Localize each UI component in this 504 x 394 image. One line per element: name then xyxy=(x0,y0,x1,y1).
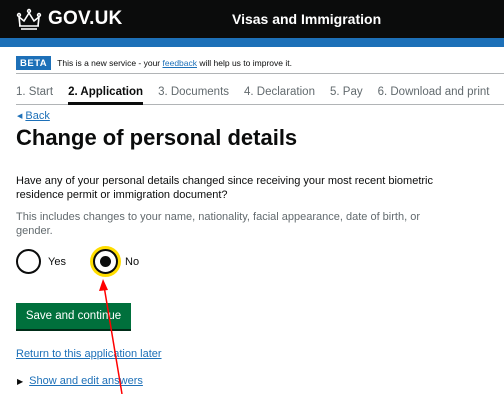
govuk-logo[interactable]: GOV.UK xyxy=(16,8,122,30)
feedback-link[interactable]: feedback xyxy=(163,58,198,68)
radio-no-label[interactable]: No xyxy=(125,256,139,268)
return-later-link[interactable]: Return to this application later xyxy=(16,348,162,360)
step-declaration: 4. Declaration xyxy=(244,86,315,98)
step-application: 2. Application xyxy=(68,83,144,105)
service-name[interactable]: Visas and Immigration xyxy=(232,11,381,27)
phase-text-before: This is a new service - your xyxy=(57,57,163,68)
phase-banner-text: This is a new service - your feedback wi… xyxy=(57,58,292,68)
save-and-continue-button[interactable]: Save and continue xyxy=(16,303,131,329)
back-link[interactable]: ◀ Back xyxy=(17,110,50,122)
step-start: 1. Start xyxy=(16,86,54,98)
radio-yes-label[interactable]: Yes xyxy=(48,256,66,268)
triangle-right-icon: ▶ xyxy=(17,376,24,386)
hint-text: This includes changes to your name, nati… xyxy=(16,211,420,237)
question-text: Have any of your personal details change… xyxy=(16,175,433,201)
back-link-label: Back xyxy=(25,110,50,122)
step-download: 6. Download and print xyxy=(377,86,490,98)
radio-selected-dot xyxy=(100,256,111,267)
annotation-arrowhead xyxy=(99,279,108,291)
beta-tag: BETA xyxy=(16,55,52,70)
progress-steps: 1. Start 2. Application 3. Documents 4. … xyxy=(16,83,504,105)
radio-yes[interactable] xyxy=(16,249,41,274)
step-pay: 5. Pay xyxy=(329,86,363,98)
phase-banner: BETA This is a new service - your feedba… xyxy=(16,52,504,74)
phase-text-after: will help us to improve it. xyxy=(197,57,292,68)
triangle-left-icon: ◀ xyxy=(17,113,23,120)
step-documents: 3. Documents xyxy=(158,86,230,98)
header-blue-bar xyxy=(0,38,504,47)
show-answers-toggle[interactable]: ▶ Show and edit answers xyxy=(17,375,143,387)
govuk-header: GOV.UK Visas and Immigration xyxy=(0,0,504,38)
crown-icon xyxy=(16,8,42,30)
radio-no[interactable] xyxy=(93,249,118,274)
page-title: Change of personal details xyxy=(16,125,298,150)
logo-text: GOV.UK xyxy=(48,8,123,29)
show-answers-label: Show and edit answers xyxy=(29,375,143,387)
